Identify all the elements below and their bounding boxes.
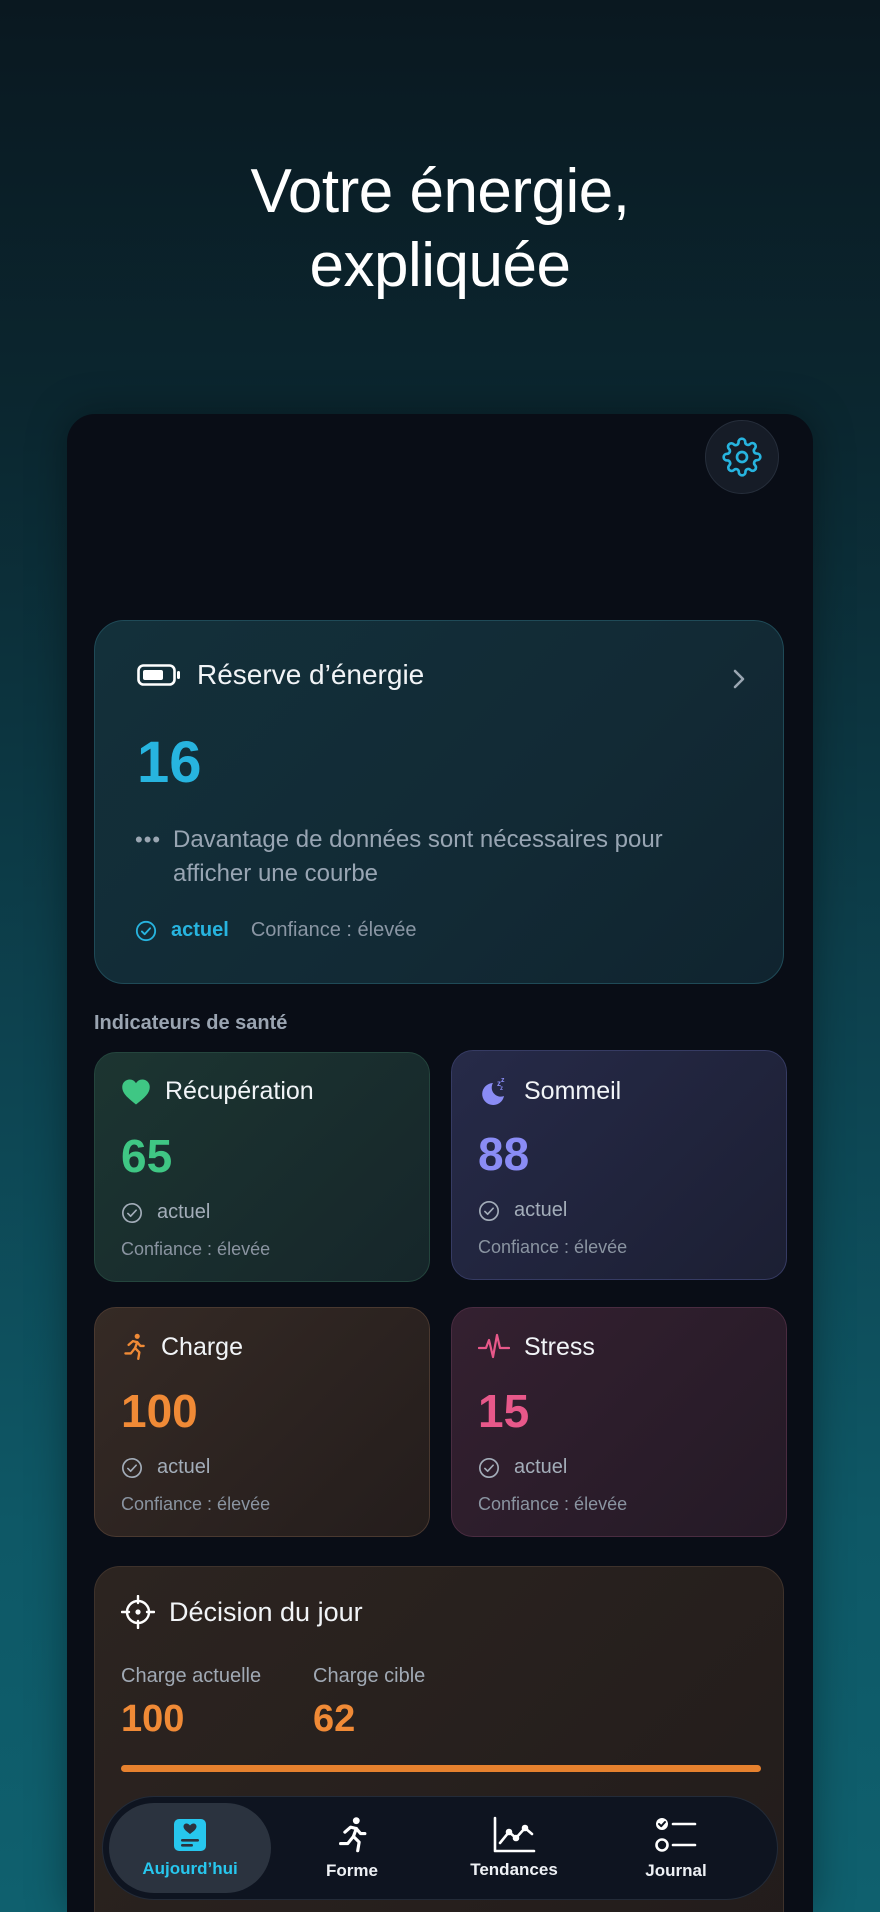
check-circle-icon: [479, 1457, 499, 1478]
sleep-confidence: Confiance : élevée: [478, 1237, 628, 1257]
svg-text:z: z: [501, 1077, 505, 1084]
stress-header: Stress: [478, 1332, 595, 1362]
recovery-confidence: Confiance : élevée: [121, 1239, 271, 1259]
stress-value: 15: [478, 1385, 530, 1437]
recovery-status-text: actuel: [157, 1201, 211, 1223]
sleep-title: Sommeil: [524, 1076, 622, 1105]
settings-button[interactable]: [705, 420, 779, 494]
hero-line-2: expliquée: [309, 231, 571, 300]
stress-title: Stress: [524, 1332, 595, 1361]
heart-icon: [122, 1079, 150, 1104]
decision-header: Décision du jour: [121, 1595, 363, 1629]
recovery-title: Récupération: [165, 1077, 314, 1105]
energy-status-text: actuel: [171, 919, 229, 941]
load-progress-bar: [121, 1765, 761, 1772]
sleep-status-text: actuel: [514, 1199, 568, 1221]
tab-today-label: Aujourd’hui: [142, 1859, 238, 1878]
stress-status: actuel: [478, 1456, 567, 1479]
recovery-card[interactable]: Récupération 65 actuel Confiance : élevé…: [94, 1052, 430, 1282]
stress-card[interactable]: Stress 15 actuel Confiance : élevée: [451, 1307, 787, 1537]
hero-line-1: Votre énergie,: [250, 157, 630, 226]
check-circle-icon: [122, 1457, 142, 1478]
gear-icon: [722, 437, 762, 477]
load-title: Charge: [161, 1332, 243, 1361]
chart-icon: [493, 1816, 536, 1853]
load-status-text: actuel: [157, 1456, 211, 1478]
energy-reserve-card[interactable]: Réserve d’énergie 16 ••• Davantage de do…: [94, 620, 784, 984]
energy-note-text: Davantage de données sont nécessaires po…: [173, 826, 663, 887]
target-load-value: 62: [313, 1698, 356, 1740]
tab-bar: Aujourd’hui Forme Tendances Journal: [102, 1796, 778, 1900]
stress-confidence: Confiance : élevée: [478, 1494, 628, 1514]
energy-note: ••• Davantage de données sont nécessaire…: [135, 823, 735, 891]
moon-icon: z z z: [482, 1077, 505, 1105]
tab-journal[interactable]: Journal: [595, 1803, 757, 1893]
load-header: Charge: [121, 1332, 243, 1362]
heartbeat-icon: [478, 1333, 510, 1359]
current-load-value: 100: [121, 1698, 185, 1740]
checklist-icon: [655, 1818, 697, 1852]
tab-trends[interactable]: Tendances: [433, 1803, 595, 1893]
current-load-label: Charge actuelle: [121, 1665, 262, 1687]
check-circle-icon: [135, 920, 157, 941]
recovery-value: 65: [121, 1130, 173, 1182]
sleep-status: actuel: [478, 1199, 567, 1222]
energy-card-title: Réserve d’énergie: [197, 659, 425, 690]
target-load-label: Charge cible: [313, 1665, 426, 1687]
tab-trends-label: Tendances: [470, 1860, 558, 1879]
stress-status-text: actuel: [514, 1456, 568, 1478]
energy-confidence: Confiance : élevée: [250, 919, 417, 941]
energy-value: 16: [137, 730, 202, 795]
app-screen: Réserve d’énergie 16 ••• Davantage de do…: [67, 414, 813, 1912]
chevron-right-icon: [733, 669, 745, 689]
today-card-icon: [174, 1819, 206, 1851]
check-circle-icon: [122, 1202, 142, 1223]
load-status: actuel: [121, 1456, 210, 1479]
current-load: Charge actuelle 100: [121, 1665, 261, 1741]
load-card[interactable]: Charge 100 actuel Confiance : élevée: [94, 1307, 430, 1537]
hero-title: Votre énergie, expliquée: [0, 155, 880, 303]
decision-title: Décision du jour: [169, 1596, 363, 1627]
load-confidence: Confiance : élevée: [121, 1494, 271, 1514]
ellipsis-icon: •••: [135, 827, 162, 852]
target-icon: [121, 1595, 155, 1629]
check-circle-icon: [479, 1200, 499, 1221]
recovery-header: Récupération: [121, 1077, 314, 1106]
tab-journal-label: Journal: [645, 1861, 707, 1880]
running-icon: [339, 1817, 367, 1853]
svg-text:z: z: [500, 1086, 503, 1092]
energy-card-header: Réserve d’énergie: [137, 659, 424, 691]
load-value: 100: [121, 1385, 198, 1437]
sleep-card[interactable]: z z z Sommeil 88 actuel Confiance : élev…: [451, 1050, 787, 1280]
tab-today[interactable]: Aujourd’hui: [109, 1803, 271, 1893]
sleep-value: 88: [478, 1128, 530, 1180]
tab-fitness[interactable]: Forme: [271, 1803, 433, 1893]
sleep-header: z z z Sommeil: [478, 1075, 621, 1107]
battery-icon: [137, 664, 180, 686]
recovery-status: actuel: [121, 1201, 210, 1224]
energy-status: actuel Confiance : élevée: [135, 919, 416, 942]
running-icon: [124, 1333, 145, 1360]
tab-fitness-label: Forme: [326, 1861, 378, 1880]
section-label: Indicateurs de santé: [94, 1012, 288, 1034]
target-load: Charge cible 62: [313, 1665, 425, 1741]
